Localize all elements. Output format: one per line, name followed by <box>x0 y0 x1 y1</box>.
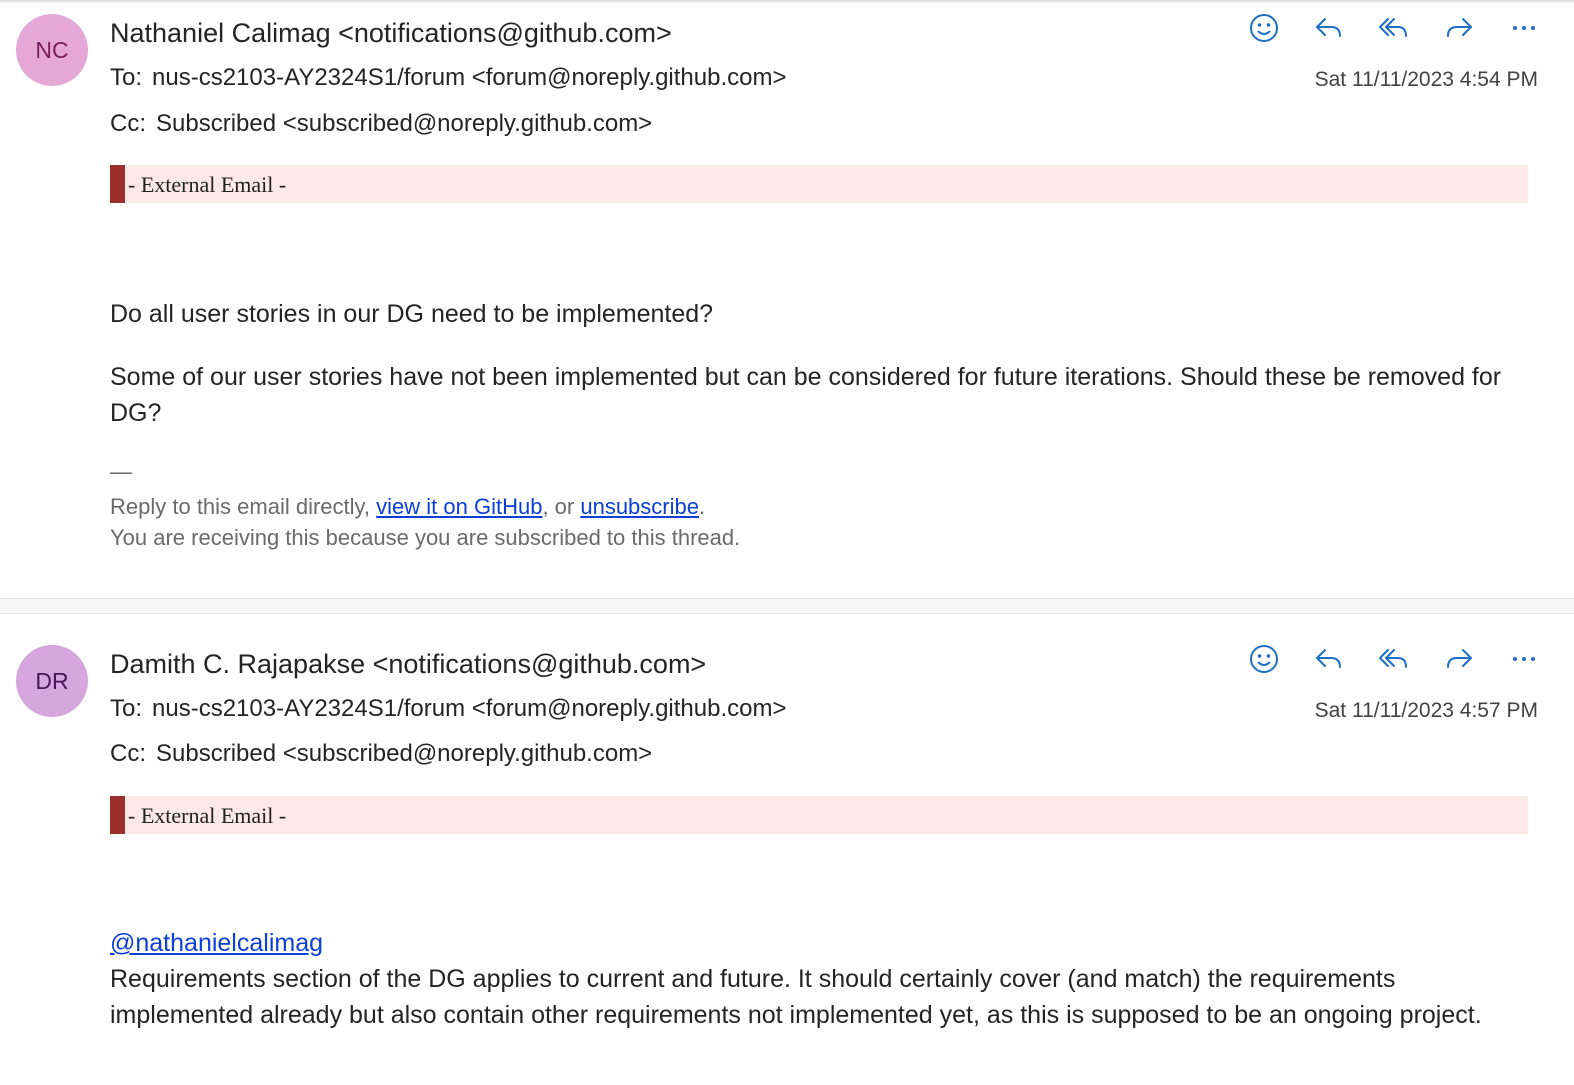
reply-icon[interactable] <box>1307 641 1350 677</box>
avatar[interactable]: NC <box>16 14 88 86</box>
to-recipient[interactable]: nus-cs2103-AY2324S1/forum <forum@noreply… <box>152 695 786 722</box>
cc-recipient[interactable]: Subscribed <subscribed@noreply.github.co… <box>156 110 652 137</box>
to-line: To: nus-cs2103-AY2324S1/forum <forum@nore… <box>110 64 787 92</box>
message-divider <box>0 598 1574 614</box>
github-footer: — Reply to this email directly, view it … <box>110 456 1510 553</box>
reply-icon[interactable] <box>1307 10 1350 46</box>
cc-recipient[interactable]: Subscribed <subscribed@noreply.github.co… <box>156 740 652 767</box>
reply-all-icon[interactable] <box>1372 641 1415 677</box>
timestamp: Sat 11/11/2023 4:57 PM <box>1314 699 1538 722</box>
body-paragraph: Requirements section of the DG applies t… <box>110 965 1482 1029</box>
banner-bar <box>110 165 125 203</box>
footer-line: Reply to this email directly, view it on… <box>110 491 1510 522</box>
to-label: To: <box>110 695 143 722</box>
avatar[interactable]: DR <box>16 645 88 717</box>
to-recipient[interactable]: nus-cs2103-AY2324S1/forum <forum@noreply… <box>152 64 786 91</box>
cc-line: Cc: Subscribed <subscribed@noreply.github… <box>110 110 652 138</box>
forward-icon[interactable] <box>1437 641 1480 677</box>
body-paragraph: Some of our user stories have not been i… <box>110 363 1502 427</box>
smiley-icon[interactable] <box>1242 10 1285 46</box>
forward-icon[interactable] <box>1437 10 1480 46</box>
message-actions <box>1242 641 1545 677</box>
mention-link[interactable]: @nathanielcalimag <box>110 929 323 957</box>
body-paragraph: Do all user stories in our DG need to be… <box>110 300 714 328</box>
view-on-github-link[interactable]: view it on GitHub <box>376 494 542 519</box>
reply-all-icon[interactable] <box>1372 10 1415 46</box>
sender[interactable]: Nathaniel Calimag <notifications@github.… <box>110 18 672 49</box>
banner-text: - External Email - <box>128 803 287 828</box>
to-label: To: <box>110 64 143 91</box>
cc-label: Cc: <box>110 740 146 767</box>
footer-separator: — <box>110 459 132 484</box>
cc-label: Cc: <box>110 110 146 137</box>
timestamp: Sat 11/11/2023 4:54 PM <box>1314 68 1538 91</box>
smiley-icon[interactable] <box>1242 641 1285 677</box>
message-body: Do all user stories in our DG need to be… <box>110 296 1510 431</box>
message-1: NC Nathaniel Calimag <notifications@gith… <box>0 0 1574 598</box>
more-icon[interactable] <box>1502 10 1545 46</box>
footer-text: Reply to this email directly, <box>110 494 377 519</box>
sender[interactable]: Damith C. Rajapakse <notifications@githu… <box>110 649 706 680</box>
footer-text: . <box>698 494 706 519</box>
more-icon[interactable] <box>1502 641 1545 677</box>
footer-text: , or <box>542 494 581 519</box>
banner-text: - External Email - <box>128 172 287 197</box>
message-2: DR Damith C. Rajapakse <notifications@gi… <box>0 614 1574 1085</box>
external-email-banner: - External Email - <box>110 165 1528 203</box>
to-line: To: nus-cs2103-AY2324S1/forum <forum@nore… <box>110 695 787 723</box>
unsubscribe-link[interactable]: unsubscribe <box>580 494 699 519</box>
message-body: @nathanielcalimag Requirements section o… <box>110 925 1510 1033</box>
banner-bar <box>110 796 125 834</box>
external-email-banner: - External Email - <box>110 796 1528 834</box>
message-actions <box>1242 10 1545 46</box>
footer-notice: You are receiving this because you are s… <box>110 525 741 550</box>
cc-line: Cc: Subscribed <subscribed@noreply.github… <box>110 740 652 768</box>
